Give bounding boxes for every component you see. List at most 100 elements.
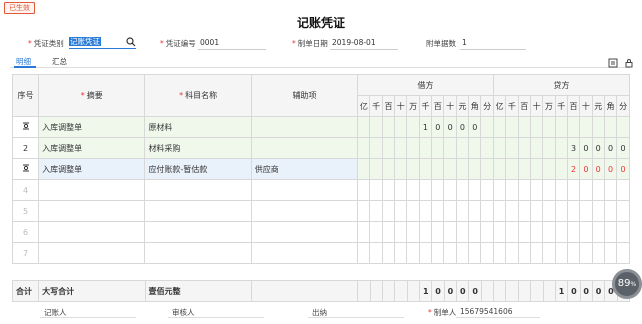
debit-digit-cell[interactable]	[406, 137, 420, 159]
cell-account[interactable]: 材料采购	[144, 137, 252, 159]
credit-digit-cell[interactable]	[616, 221, 630, 243]
debit-digit-cell[interactable]	[455, 200, 470, 222]
debit-digit-cell[interactable]	[455, 158, 470, 180]
debit-digit-cell[interactable]	[369, 242, 383, 264]
cashier-field[interactable]	[308, 317, 404, 318]
debit-digit-cell[interactable]	[418, 137, 433, 159]
cell-account[interactable]	[144, 221, 252, 243]
debit-digit-cell[interactable]	[381, 242, 396, 264]
preparer-field[interactable]	[456, 317, 540, 318]
debit-digit-cell[interactable]	[480, 221, 494, 243]
credit-digit-cell[interactable]	[517, 200, 531, 222]
date-field[interactable]: 2019-08-01	[332, 38, 376, 47]
credit-digit-cell[interactable]	[505, 242, 519, 264]
debit-digit-cell[interactable]	[357, 242, 371, 264]
debit-digit-cell[interactable]	[394, 200, 408, 222]
credit-digit-cell[interactable]	[529, 158, 544, 180]
debit-digit-cell[interactable]	[369, 200, 383, 222]
debit-digit-cell[interactable]	[357, 137, 371, 159]
cell-summary[interactable]	[38, 200, 146, 222]
bookkeeper-field[interactable]	[40, 317, 136, 318]
debit-digit-cell[interactable]	[468, 179, 482, 201]
debit-digit-cell[interactable]	[455, 242, 470, 264]
debit-digit-cell[interactable]	[443, 200, 457, 222]
credit-digit-cell[interactable]	[492, 137, 507, 159]
cell-account[interactable]: 应付账款-暂估款	[144, 158, 252, 180]
debit-digit-cell[interactable]	[406, 116, 420, 138]
debit-digit-cell[interactable]	[455, 179, 470, 201]
debit-digit-cell[interactable]	[418, 221, 433, 243]
credit-digit-cell[interactable]	[492, 221, 507, 243]
cell-aux[interactable]	[250, 179, 359, 201]
credit-digit-cell[interactable]	[566, 116, 581, 138]
credit-digit-cell[interactable]	[529, 200, 544, 222]
credit-digit-cell[interactable]	[542, 137, 556, 159]
credit-digit-cell[interactable]	[566, 179, 581, 201]
credit-digit-cell[interactable]	[529, 179, 544, 201]
debit-digit-cell[interactable]: 1	[418, 116, 433, 138]
cell-summary[interactable]: 入库调整单	[38, 116, 146, 138]
debit-digit-cell[interactable]	[369, 179, 383, 201]
debit-digit-cell[interactable]	[381, 137, 396, 159]
credit-digit-cell[interactable]	[542, 200, 556, 222]
cell-summary[interactable]	[38, 221, 146, 243]
credit-digit-cell[interactable]: 0	[579, 158, 593, 180]
credit-digit-cell[interactable]	[603, 200, 618, 222]
credit-digit-cell[interactable]	[616, 242, 630, 264]
credit-digit-cell[interactable]	[554, 116, 568, 138]
credit-digit-cell[interactable]	[492, 158, 507, 180]
credit-digit-cell[interactable]	[603, 221, 618, 243]
credit-digit-cell[interactable]	[616, 116, 630, 138]
cell-aux[interactable]	[250, 242, 359, 264]
debit-digit-cell[interactable]	[418, 242, 433, 264]
debit-digit-cell[interactable]	[468, 200, 482, 222]
debit-digit-cell[interactable]	[357, 200, 371, 222]
table-row[interactable]: 5	[11, 200, 630, 222]
debit-digit-cell[interactable]	[406, 158, 420, 180]
credit-digit-cell[interactable]	[554, 242, 568, 264]
debit-digit-cell[interactable]	[480, 200, 494, 222]
debit-digit-cell[interactable]: 0	[431, 116, 445, 138]
credit-digit-cell[interactable]	[579, 242, 593, 264]
debit-digit-cell[interactable]	[431, 179, 445, 201]
debit-digit-cell[interactable]: 0	[443, 116, 457, 138]
debit-digit-cell[interactable]	[468, 137, 482, 159]
credit-digit-cell[interactable]	[517, 221, 531, 243]
debit-digit-cell[interactable]	[431, 158, 445, 180]
credit-digit-cell[interactable]	[492, 179, 507, 201]
cell-account[interactable]	[144, 200, 252, 222]
credit-digit-cell[interactable]: 0	[603, 137, 618, 159]
debit-digit-cell[interactable]	[443, 221, 457, 243]
credit-digit-cell[interactable]: 0	[591, 137, 605, 159]
debit-digit-cell[interactable]	[443, 242, 457, 264]
credit-digit-cell[interactable]	[517, 158, 531, 180]
cell-aux[interactable]	[250, 221, 359, 243]
search-icon[interactable]	[126, 37, 136, 49]
credit-digit-cell[interactable]: 0	[616, 137, 630, 159]
debit-digit-cell[interactable]	[381, 200, 396, 222]
debit-digit-cell[interactable]	[455, 221, 470, 243]
credit-digit-cell[interactable]	[554, 158, 568, 180]
debit-digit-cell[interactable]	[369, 221, 383, 243]
credit-digit-cell[interactable]: 3	[566, 137, 581, 159]
row-index[interactable]	[11, 116, 40, 138]
cell-summary[interactable]	[38, 242, 146, 264]
credit-digit-cell[interactable]	[505, 200, 519, 222]
debit-digit-cell[interactable]	[480, 179, 494, 201]
debit-digit-cell[interactable]	[431, 242, 445, 264]
debit-digit-cell[interactable]	[394, 179, 408, 201]
credit-digit-cell[interactable]	[579, 221, 593, 243]
credit-digit-cell[interactable]	[603, 179, 618, 201]
reviewer-field[interactable]	[168, 317, 264, 318]
credit-digit-cell[interactable]	[566, 221, 581, 243]
debit-digit-cell[interactable]	[357, 221, 371, 243]
table-row[interactable]: 入库调整单 原材料 1 0 0 0 0	[11, 116, 630, 138]
cell-summary[interactable]	[38, 179, 146, 201]
table-row[interactable]: 7	[11, 242, 630, 264]
credit-digit-cell[interactable]: 2	[566, 158, 581, 180]
credit-digit-cell[interactable]	[492, 200, 507, 222]
table-row[interactable]: 入库调整单 应付账款-暂估款 供应商 2 0 0 0 0	[11, 158, 630, 180]
credit-digit-cell[interactable]	[517, 137, 531, 159]
credit-digit-cell[interactable]: 0	[579, 137, 593, 159]
cell-aux[interactable]	[250, 116, 359, 138]
